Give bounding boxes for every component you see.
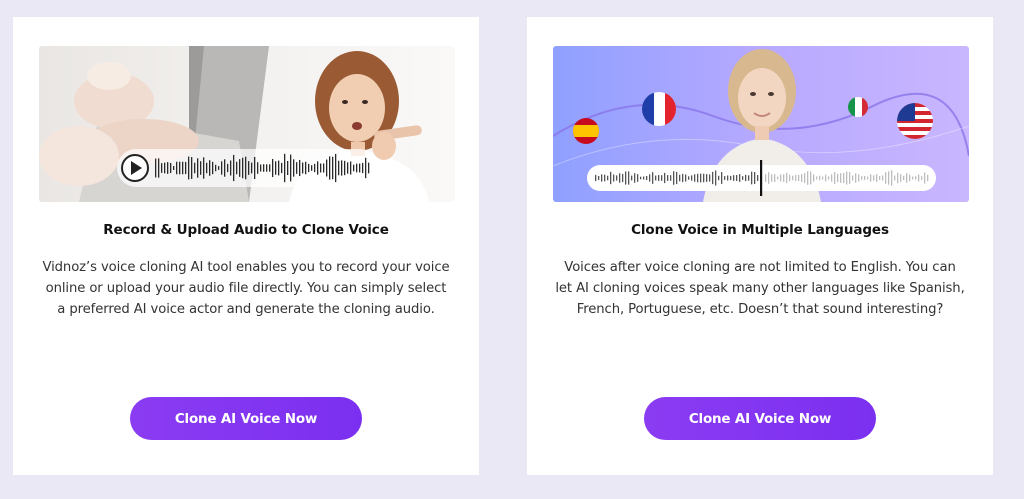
card-title: Record & Upload Audio to Clone Voice bbox=[103, 222, 389, 238]
languages-image bbox=[553, 46, 969, 202]
clone-ai-voice-now-button[interactable]: Clone AI Voice Now bbox=[644, 397, 876, 440]
feature-card-record-upload: Record & Upload Audio to Clone Voice Vid… bbox=[13, 17, 479, 475]
feature-card-multiple-languages: Clone Voice in Multiple Languages Voices… bbox=[527, 17, 993, 475]
card-title: Clone Voice in Multiple Languages bbox=[631, 222, 889, 238]
card-description: Voices after voice cloning are not limit… bbox=[555, 260, 965, 318]
card-description: Vidnoz’s voice cloning AI tool enables y… bbox=[42, 260, 450, 318]
spain-flag-icon bbox=[573, 118, 599, 144]
record-audio-image bbox=[39, 46, 455, 202]
languages-illustration bbox=[553, 46, 969, 202]
usa-flag-icon bbox=[897, 103, 933, 139]
record-audio-illustration bbox=[39, 46, 455, 202]
clone-ai-voice-now-button[interactable]: Clone AI Voice Now bbox=[130, 397, 362, 440]
play-icon[interactable] bbox=[121, 154, 149, 182]
